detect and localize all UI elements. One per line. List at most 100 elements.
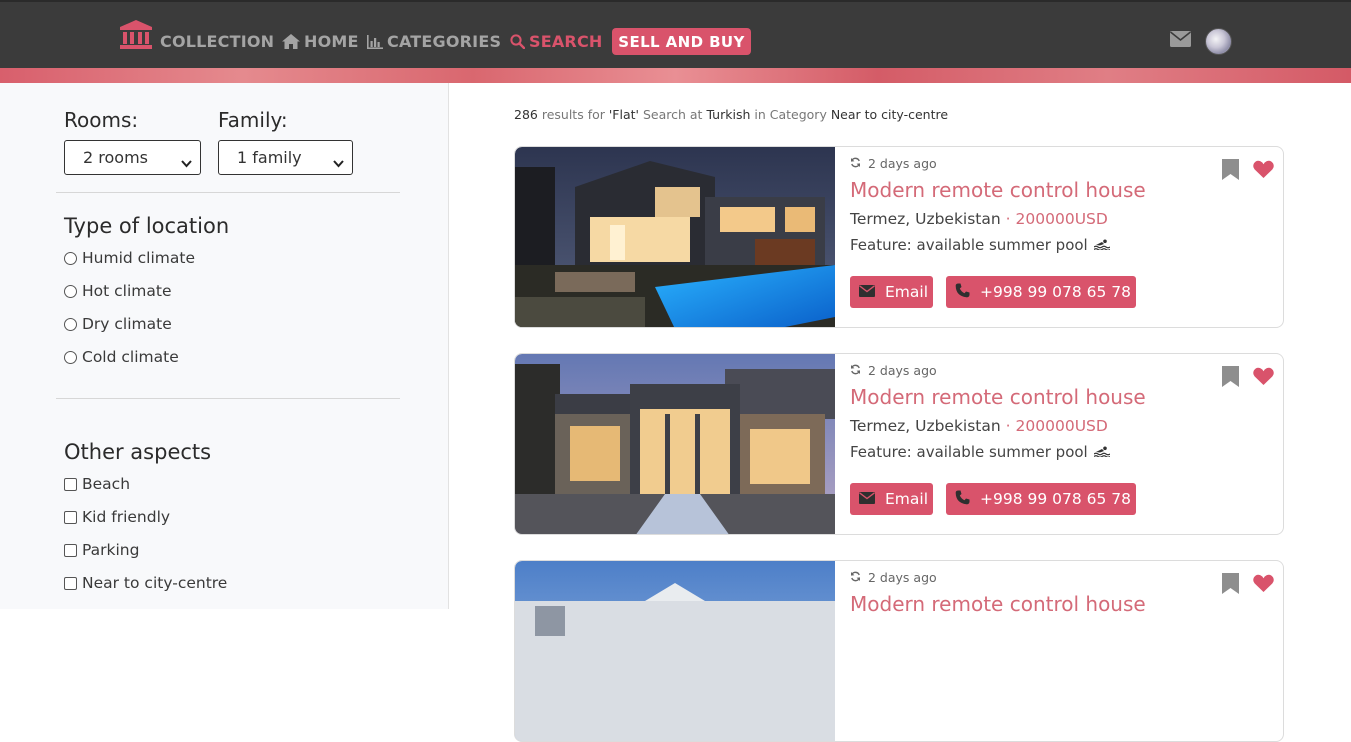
rooms-select-value: 2 rooms: [83, 148, 148, 167]
aspect-option-label: Parking: [82, 541, 140, 559]
family-select-value: 1 family: [237, 148, 302, 167]
radio-button[interactable]: [64, 350, 77, 364]
aspect-option-beach[interactable]: Beach: [64, 475, 130, 493]
heart-icon[interactable]: [1253, 367, 1274, 390]
family-select[interactable]: 1 family: [218, 140, 353, 175]
phone-button[interactable]: +998 99 078 65 78: [946, 276, 1136, 308]
refresh-icon: [850, 363, 861, 378]
phone-icon: [955, 283, 970, 302]
email-button[interactable]: Email: [850, 276, 933, 308]
top-navbar: COLLECTION HOME CATEGORIES SEARCH SELL A…: [0, 0, 1351, 68]
location-option-hot[interactable]: Hot climate: [64, 282, 172, 300]
results-summary: 286 results for 'Flat' Search at Turkish…: [514, 107, 948, 122]
aspect-option-label: Near to city-centre: [82, 574, 228, 592]
radio-button[interactable]: [64, 251, 77, 265]
results-text: results for: [541, 107, 605, 122]
results-language: Turkish: [706, 107, 751, 122]
bookmark-icon[interactable]: [1222, 573, 1239, 598]
location-option-humid[interactable]: Humid climate: [64, 249, 195, 267]
checkbox[interactable]: [64, 510, 77, 524]
listing-location-price: Termez, Uzbekistan · 200000USD: [850, 210, 1108, 228]
listing-location: Termez, Uzbekistan: [850, 210, 1001, 228]
results-text: in Category: [754, 107, 827, 122]
nav-collection[interactable]: COLLECTION: [160, 32, 274, 51]
listing-photo[interactable]: [515, 354, 835, 534]
refresh-icon: [850, 570, 861, 585]
phone-button-label: +998 99 078 65 78: [980, 283, 1132, 301]
listing-photo[interactable]: [515, 147, 835, 327]
phone-icon: [955, 490, 970, 509]
filter-sidebar: Rooms: Family: 2 rooms 1 family Type of …: [0, 83, 449, 609]
email-button[interactable]: Email: [850, 483, 933, 515]
family-label: Family:: [218, 108, 288, 132]
banner-strip: [0, 68, 1351, 83]
swimmer-icon: [1093, 236, 1111, 254]
aspect-option-kid-friendly[interactable]: Kid friendly: [64, 508, 170, 526]
bookmark-icon[interactable]: [1222, 366, 1239, 391]
phone-button-label: +998 99 078 65 78: [980, 490, 1132, 508]
listing-location: Termez, Uzbekistan: [850, 417, 1001, 435]
results-count: 286: [514, 107, 538, 122]
bookmark-icon[interactable]: [1222, 159, 1239, 184]
listing-title[interactable]: Modern remote control house: [850, 178, 1146, 202]
checkbox[interactable]: [64, 477, 77, 491]
nav-search-label: SEARCH: [529, 32, 603, 51]
divider: [56, 192, 400, 193]
chevron-down-icon: [181, 153, 192, 172]
nav-home[interactable]: HOME: [282, 32, 359, 51]
phone-button[interactable]: +998 99 078 65 78: [946, 483, 1136, 515]
chevron-down-icon: [333, 153, 344, 172]
aspect-option-parking[interactable]: Parking: [64, 541, 139, 559]
listing-time: 2 days ago: [850, 156, 937, 171]
aspect-option-label: Beach: [82, 475, 131, 493]
location-type-heading: Type of location: [64, 214, 230, 238]
avatar[interactable]: [1205, 28, 1232, 55]
search-icon: [510, 34, 525, 49]
listing-time-text: 2 days ago: [868, 570, 937, 585]
listing-price: 200000USD: [1015, 417, 1108, 435]
rooms-select[interactable]: 2 rooms: [64, 140, 201, 175]
listing-feature-text: Feature: available summer pool: [850, 443, 1088, 461]
nav-categories-label: CATEGORIES: [387, 32, 502, 51]
nav-search[interactable]: SEARCH: [510, 32, 603, 51]
swimmer-icon: [1093, 443, 1111, 461]
listing-card[interactable]: 2 days ago Modern remote control house T…: [514, 353, 1284, 535]
home-icon: [282, 34, 300, 49]
heart-icon[interactable]: [1253, 574, 1274, 597]
location-option-label: Humid climate: [82, 249, 195, 267]
location-option-dry[interactable]: Dry climate: [64, 315, 172, 333]
nav-categories[interactable]: CATEGORIES: [367, 32, 501, 51]
radio-button[interactable]: [64, 317, 77, 331]
listing-time-text: 2 days ago: [868, 363, 937, 378]
aspect-option-city-centre[interactable]: Near to city-centre: [64, 574, 227, 592]
aspect-option-label: Kid friendly: [82, 508, 171, 526]
envelope-icon: [859, 490, 875, 508]
radio-button[interactable]: [64, 284, 77, 298]
listing-title[interactable]: Modern remote control house: [850, 592, 1146, 616]
divider: [56, 398, 400, 399]
results-category: Near to city-centre: [830, 107, 949, 122]
results-panel: 286 results for 'Flat' Search at Turkish…: [449, 83, 1351, 742]
listing-time: 2 days ago: [850, 363, 937, 378]
separator: ·: [1005, 417, 1011, 435]
listing-card[interactable]: 2 days ago Modern remote control house: [514, 560, 1284, 742]
listing-feature: Feature: available summer pool: [850, 443, 1111, 461]
heart-icon[interactable]: [1253, 160, 1274, 183]
checkbox[interactable]: [64, 543, 77, 557]
location-option-label: Dry climate: [82, 315, 172, 333]
email-button-label: Email: [885, 283, 929, 301]
envelope-icon[interactable]: [1170, 31, 1191, 51]
checkbox[interactable]: [64, 576, 77, 590]
refresh-icon: [850, 156, 861, 171]
bar-chart-icon: [367, 34, 383, 49]
location-option-label: Cold climate: [82, 348, 179, 366]
listing-feature-text: Feature: available summer pool: [850, 236, 1088, 254]
listing-price: 200000USD: [1015, 210, 1108, 228]
sell-and-buy-button[interactable]: SELL AND BUY: [612, 28, 751, 55]
listing-photo[interactable]: [515, 561, 835, 741]
email-button-label: Email: [885, 490, 929, 508]
bank-building-icon[interactable]: [119, 19, 153, 50]
listing-title[interactable]: Modern remote control house: [850, 385, 1146, 409]
listing-card[interactable]: 2 days ago Modern remote control house T…: [514, 146, 1284, 328]
location-option-cold[interactable]: Cold climate: [64, 348, 179, 366]
